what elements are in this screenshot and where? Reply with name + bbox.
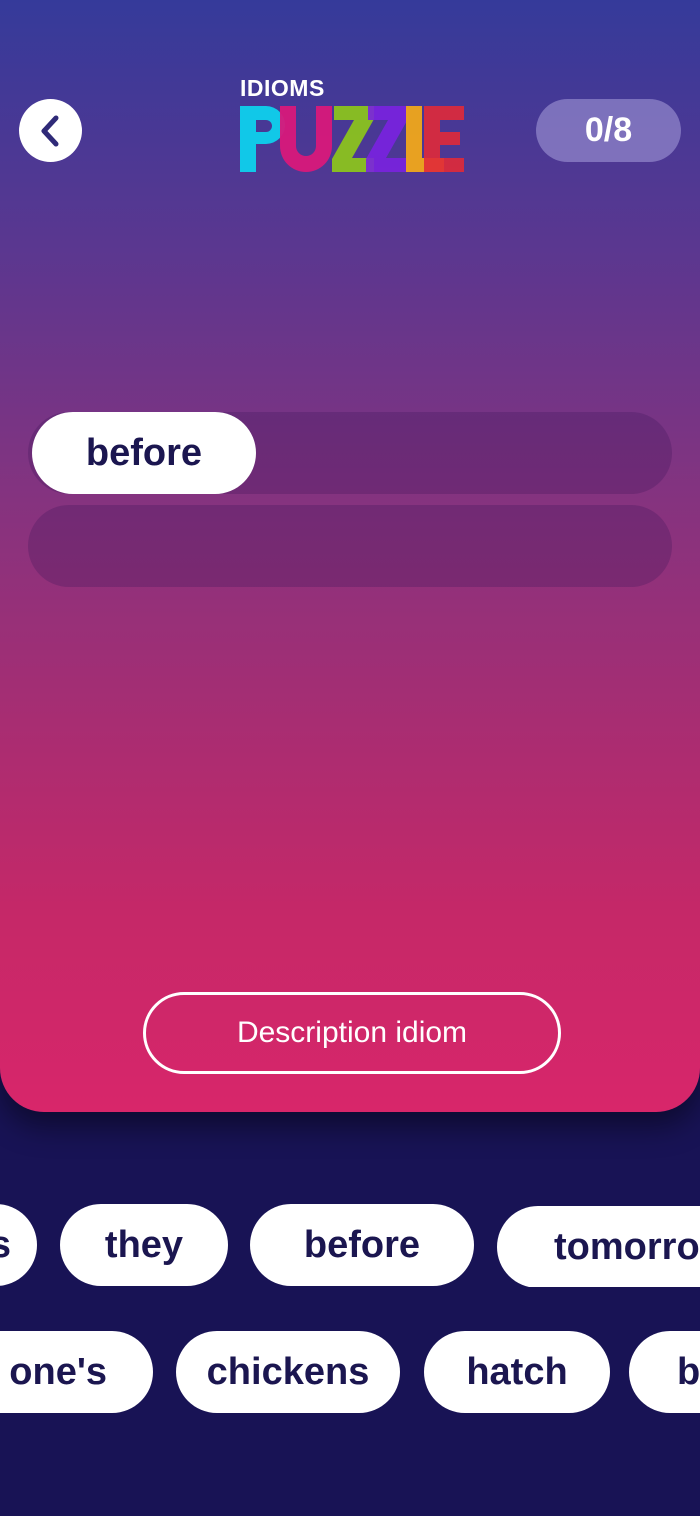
word-chip[interactable]: tomorro [497,1206,700,1287]
word-chip[interactable]: hatch [424,1331,610,1413]
puzzle-panel: IDIOMS 0/8 before Description idiom [0,0,700,1112]
progress-counter: 0/8 [536,99,681,162]
word-chip[interactable]: chickens [176,1331,400,1413]
word-bank-row-2: one's chickens hatch b [0,1330,700,1414]
word-bank-row-1: s they before tomorro [0,1203,700,1287]
answer-row-2[interactable] [28,505,672,587]
logo-subtitle: IDIOMS [240,75,325,101]
placed-word-chip[interactable]: before [32,412,256,494]
game-logo: IDIOMS [240,74,464,174]
word-chip[interactable]: before [250,1204,474,1286]
logo-wordmark [240,106,464,172]
description-idiom-button[interactable]: Description idiom [143,992,561,1074]
back-arrow-icon [41,115,58,146]
word-chip[interactable]: they [60,1204,228,1286]
word-chip[interactable]: one's [0,1331,153,1413]
word-chip[interactable]: s [0,1204,37,1286]
back-button[interactable] [19,99,82,162]
word-chip[interactable]: b [629,1331,700,1413]
